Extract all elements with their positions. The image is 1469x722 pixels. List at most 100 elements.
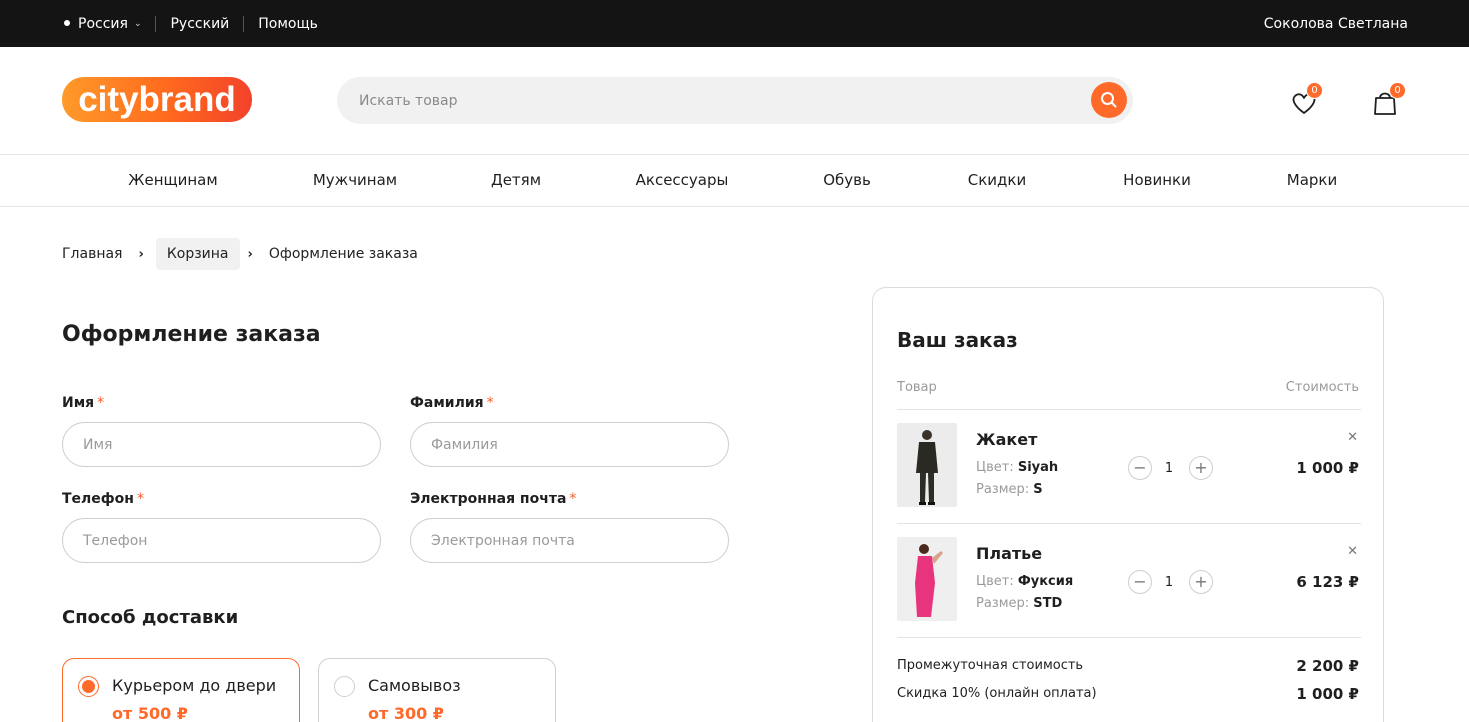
order-summary-panel: Ваш заказ Товар Стоимость Жакет Цвет: Si…	[872, 287, 1384, 722]
search-icon	[1101, 92, 1117, 108]
column-header-item: Товар	[897, 380, 937, 395]
email-input[interactable]	[410, 518, 729, 563]
page-title: Оформление заказа	[62, 322, 321, 347]
nav-item-sale[interactable]: Скидки	[968, 155, 1026, 206]
order-summary-title: Ваш заказ	[897, 328, 1018, 352]
remove-item-icon[interactable]: ✕	[1347, 544, 1358, 559]
product-image-jacket[interactable]	[897, 423, 957, 507]
nav-item-accessories[interactable]: Аксессуары	[636, 155, 729, 206]
breadcrumb: Главная › Корзина › Оформление заказа	[62, 238, 418, 270]
cart-button[interactable]: 0	[1370, 82, 1406, 118]
radio-button-selected[interactable]	[78, 676, 99, 697]
divider	[897, 637, 1361, 638]
decrease-quantity-button[interactable]: −	[1128, 570, 1152, 594]
delivery-option-price: от 500 ₽	[112, 704, 188, 722]
country-selector[interactable]: Россия ⌄	[64, 16, 141, 32]
top-bar-left: Россия ⌄ Русский Помощь	[64, 0, 318, 47]
delivery-option-price: от 300 ₽	[368, 704, 444, 722]
delivery-method-title: Способ доставки	[62, 607, 239, 628]
product-photo	[897, 423, 957, 507]
divider	[0, 206, 1469, 207]
delivery-option-name: Курьером до двери	[112, 676, 277, 695]
size-label: Размер:	[976, 482, 1030, 497]
discount-value: 1 000 ₽	[1296, 685, 1359, 703]
subtotal-value: 2 200 ₽	[1296, 657, 1359, 675]
size-value: STD	[1033, 596, 1063, 611]
required-mark: *	[97, 395, 105, 411]
product-size: Размер: STD	[976, 596, 1062, 611]
help-link[interactable]: Помощь	[258, 16, 318, 32]
location-pin-icon	[64, 19, 70, 26]
subtotal-label: Промежуточная стоимость	[897, 658, 1084, 673]
remove-item-icon[interactable]: ✕	[1347, 430, 1358, 445]
breadcrumb-current: Оформление заказа	[268, 246, 418, 262]
product-size: Размер: S	[976, 482, 1043, 497]
quantity-value: 1	[1164, 461, 1174, 476]
wishlist-count-badge: 0	[1306, 82, 1323, 99]
chevron-down-icon: ⌄	[133, 18, 142, 29]
wishlist-button[interactable]: 0	[1287, 82, 1323, 118]
divider	[243, 15, 245, 32]
main-navigation: Женщинам Мужчинам Детям Аксессуары Обувь…	[0, 155, 1469, 206]
last-name-input[interactable]	[410, 422, 729, 467]
cart-count-badge: 0	[1389, 82, 1406, 99]
first-name-input[interactable]	[62, 422, 381, 467]
user-name-link[interactable]: Соколова Светлана	[1264, 0, 1408, 47]
country-label: Россия	[78, 15, 128, 32]
size-value: S	[1033, 482, 1043, 497]
color-value: Siyah	[1017, 460, 1059, 475]
email-label: Электронная почта *	[410, 491, 576, 507]
increase-quantity-button[interactable]: +	[1189, 456, 1213, 480]
radio-button[interactable]	[334, 676, 355, 697]
product-name[interactable]: Платье	[976, 544, 1042, 563]
required-mark: *	[486, 395, 494, 411]
increase-quantity-button[interactable]: +	[1189, 570, 1213, 594]
color-value: Фуксия	[1017, 574, 1074, 589]
required-mark: *	[569, 491, 577, 507]
decrease-quantity-button[interactable]: −	[1128, 456, 1152, 480]
chevron-right-icon: ›	[138, 246, 144, 262]
nav-item-men[interactable]: Мужчинам	[313, 155, 397, 206]
last-name-label-text: Фамилия	[410, 395, 484, 411]
delivery-option-courier[interactable]: Курьером до двери от 500 ₽	[62, 658, 300, 722]
column-header-cost: Стоимость	[1285, 380, 1359, 395]
product-color: Цвет: Siyah	[976, 460, 1058, 475]
first-name-label: Имя *	[62, 395, 104, 411]
chevron-right-icon: ›	[247, 246, 253, 262]
product-photo	[897, 537, 957, 621]
product-image-dress[interactable]	[897, 537, 957, 621]
product-name[interactable]: Жакет	[976, 430, 1037, 449]
nav-item-women[interactable]: Женщинам	[128, 155, 217, 206]
last-name-label: Фамилия *	[410, 395, 494, 411]
color-label: Цвет:	[976, 460, 1014, 475]
nav-item-kids[interactable]: Детям	[491, 155, 541, 206]
discount-label: Скидка 10% (онлайн оплата)	[897, 686, 1097, 701]
delivery-option-pickup[interactable]: Самовывоз от 300 ₽	[318, 658, 556, 722]
search-button[interactable]	[1091, 82, 1127, 118]
divider	[155, 15, 157, 32]
phone-label: Телефон *	[62, 491, 144, 507]
breadcrumb-cart[interactable]: Корзина	[155, 238, 240, 270]
divider	[897, 523, 1361, 524]
color-label: Цвет:	[976, 574, 1014, 589]
nav-item-brands[interactable]: Марки	[1287, 155, 1337, 206]
divider	[897, 409, 1361, 410]
phone-label-text: Телефон	[62, 491, 134, 507]
delivery-option-name: Самовывоз	[368, 676, 461, 695]
product-price: 6 123 ₽	[1296, 573, 1359, 591]
nav-item-shoes[interactable]: Обувь	[823, 155, 871, 206]
top-bar: Россия ⌄ Русский Помощь Соколова Светлан…	[0, 0, 1469, 47]
product-color: Цвет: Фуксия	[976, 574, 1073, 589]
breadcrumb-home[interactable]: Главная	[62, 246, 122, 262]
search-input[interactable]	[359, 77, 1059, 124]
nav-item-new[interactable]: Новинки	[1123, 155, 1191, 206]
product-price: 1 000 ₽	[1296, 459, 1359, 477]
logo[interactable]: citybrand	[62, 77, 252, 122]
phone-input[interactable]	[62, 518, 381, 563]
size-label: Размер:	[976, 596, 1030, 611]
quantity-value: 1	[1164, 575, 1174, 590]
language-link[interactable]: Русский	[170, 16, 229, 32]
required-mark: *	[136, 491, 144, 507]
first-name-label-text: Имя	[62, 395, 95, 411]
search-bar	[337, 77, 1133, 124]
